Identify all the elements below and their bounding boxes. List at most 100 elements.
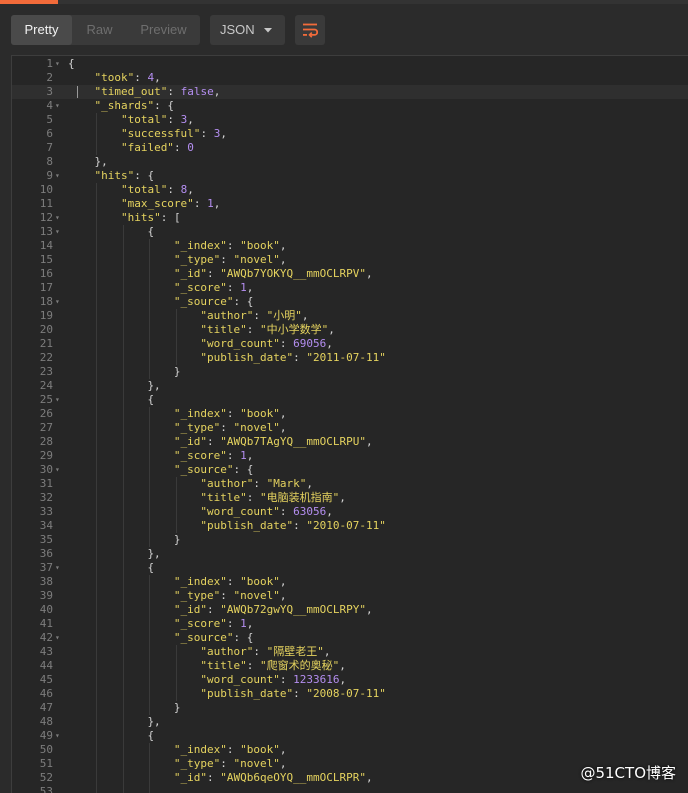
code-text: "_score": 1,: [174, 617, 253, 631]
code-text: "author": "小明",: [200, 309, 308, 323]
code-line: 47}: [12, 701, 688, 715]
code-token: "_score": [173, 449, 227, 462]
indent-guide: [122, 337, 124, 351]
code-token: "_id": [173, 603, 208, 616]
code-text: "_index": "book",: [174, 407, 287, 421]
code-token: ,: [365, 435, 373, 448]
line-number: 32: [39, 491, 53, 504]
code-token: ,: [279, 743, 287, 756]
code-text: "_type": "novel",: [174, 589, 287, 603]
line-number: 48: [39, 715, 53, 728]
code-line: 42 ▾ "_source": {: [12, 631, 688, 645]
indent-guide: [175, 491, 177, 505]
indent-guide: [96, 463, 98, 477]
indent-guide: [149, 673, 151, 687]
code-line: 21 "word_count": 69056,: [12, 337, 688, 351]
indent-guide: [122, 659, 124, 673]
code-token: 63056: [293, 505, 327, 518]
code-line: 49 ▾ {: [12, 729, 688, 743]
response-toolbar: Pretty Raw Preview JSON: [0, 4, 688, 56]
indent-guide: [122, 477, 124, 491]
code-token: "_id": [173, 267, 208, 280]
code-token: }: [173, 701, 181, 714]
indent-guide: [149, 491, 151, 505]
code-token: ,: [213, 197, 221, 210]
pretty-view-button[interactable]: Pretty: [11, 15, 72, 45]
code-token: "_source": [173, 631, 234, 644]
indent-guide: [122, 743, 124, 757]
code-text: "max_score": 1,: [121, 197, 220, 211]
indent-guide: [149, 645, 151, 659]
code-token: "title": [200, 323, 247, 336]
fold-toggle-icon[interactable]: ▾: [55, 99, 60, 113]
indent-guide: [149, 323, 151, 337]
fold-toggle-icon[interactable]: ▾: [55, 225, 60, 239]
preview-view-button[interactable]: Preview: [127, 15, 200, 45]
code-text: "_id": "AWQb7YOKYQ__mmOCLRPV",: [174, 267, 373, 281]
line-number: 31: [39, 477, 53, 490]
code-token: ,: [279, 575, 287, 588]
code-text: {: [147, 225, 154, 239]
format-dropdown[interactable]: JSON: [210, 15, 285, 45]
code-token: 1233616: [293, 673, 340, 686]
code-text: },: [147, 547, 160, 561]
code-text: },: [147, 715, 160, 729]
fold-toggle-icon[interactable]: ▾: [55, 295, 60, 309]
wrap-lines-button[interactable]: [295, 15, 325, 45]
code-token: :: [207, 435, 221, 448]
fold-toggle-icon[interactable]: ▾: [55, 631, 60, 645]
code-token: "2010-07-11": [306, 519, 386, 532]
line-number: 28: [39, 435, 53, 448]
code-line: 31 "author": "Mark",: [12, 477, 688, 491]
fold-toggle-icon[interactable]: ▾: [55, 463, 60, 477]
code-token: {: [147, 225, 155, 238]
indent-guide: [96, 113, 98, 127]
code-text: "author": "Mark",: [200, 477, 313, 491]
code-token: "AWQb7YOKYQ__mmOCLRPV": [220, 267, 366, 280]
fold-toggle-icon[interactable]: ▾: [55, 729, 60, 743]
indent-guide: [175, 659, 177, 673]
code-line: 28 "_id": "AWQb7TAgYQ__mmOCLRPU",: [12, 435, 688, 449]
line-number: 10: [39, 183, 53, 196]
code-line: 19 "author": "小明",: [12, 309, 688, 323]
code-token: "_type": [173, 421, 221, 434]
line-number: 44: [39, 659, 53, 672]
response-body-editor[interactable]: 1 ▾{2 "took": 4, 3 "timed_out": false, 4 ▾ "_sh…: [11, 55, 688, 793]
code-text: "author": "隔壁老王",: [200, 645, 330, 659]
indent-guide: [149, 295, 151, 309]
code-token: :: [207, 267, 221, 280]
fold-toggle-icon[interactable]: ▾: [55, 57, 60, 71]
line-number: 2: [46, 71, 53, 84]
line-number: 7: [46, 141, 53, 154]
indent-guide: [122, 771, 124, 785]
code-token: :: [167, 113, 181, 126]
fold-toggle-icon[interactable]: ▾: [55, 561, 60, 575]
code-text: "_type": "novel",: [174, 757, 287, 771]
indent-guide: [122, 491, 124, 505]
code-text: "_index": "book",: [174, 575, 287, 589]
code-text: "_id": "AWQb6qeOYQ__mmOCLRPR",: [174, 771, 373, 785]
line-number: 51: [39, 757, 53, 770]
indent-guide: [122, 281, 124, 295]
indent-guide: [96, 533, 98, 547]
fold-toggle-icon[interactable]: ▾: [55, 169, 60, 183]
fold-toggle-icon[interactable]: ▾: [55, 211, 60, 225]
code-token: "total": [120, 183, 168, 196]
code-line: 3 "timed_out": false,: [12, 85, 688, 99]
indent-guide: [149, 351, 151, 365]
line-number: 16: [39, 267, 53, 280]
indent-guide: [122, 561, 124, 575]
code-token: :: [134, 71, 148, 84]
indent-guide: [175, 645, 177, 659]
code-token: "_id": [173, 435, 208, 448]
code-line: 29 "_score": 1,: [12, 449, 688, 463]
line-number: 52: [39, 771, 53, 784]
indent-guide: [96, 309, 98, 323]
fold-toggle-icon[interactable]: ▾: [55, 393, 60, 407]
raw-view-button[interactable]: Raw: [72, 15, 127, 45]
code-line: 45 "word_count": 1233616,: [12, 673, 688, 687]
code-text: "failed": 0: [121, 141, 194, 155]
indent-guide: [96, 617, 98, 631]
code-line: 50 "_index": "book",: [12, 743, 688, 757]
line-number: 39: [39, 589, 53, 602]
